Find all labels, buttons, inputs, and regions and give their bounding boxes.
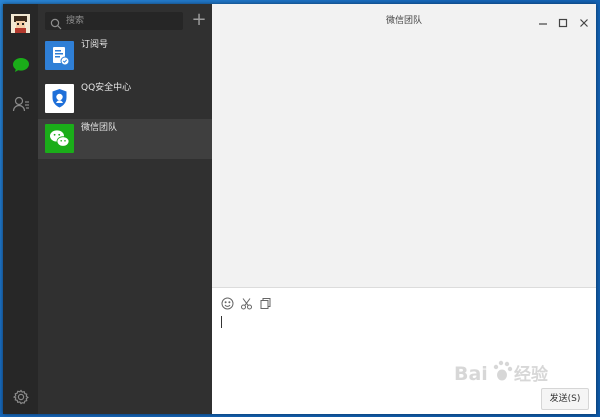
files-icon[interactable] — [259, 295, 272, 309]
search-icon — [50, 15, 62, 30]
settings-icon[interactable] — [11, 387, 31, 407]
send-button[interactable]: 发送(S) — [541, 388, 589, 410]
conversation-list: 搜索 + 订阅号 QQ安全中心 微信团队 — [38, 4, 212, 414]
list-item-subscriptions[interactable]: 订阅号 — [38, 36, 212, 76]
avatar[interactable] — [11, 14, 30, 33]
text-caret — [221, 316, 222, 328]
minimize-icon[interactable] — [537, 14, 549, 26]
list-item-label: QQ安全中心 — [81, 83, 132, 93]
wechat-team-icon — [45, 124, 74, 153]
chat-header: 微信团队 — [212, 4, 596, 34]
list-item-wechat-team[interactable]: 微信团队 — [38, 119, 212, 159]
svg-text:经验: 经验 — [514, 364, 549, 385]
contacts-icon[interactable] — [11, 94, 31, 114]
search-input[interactable]: 搜索 — [45, 12, 183, 30]
add-button[interactable]: + — [191, 11, 207, 29]
scissors-icon[interactable] — [240, 295, 253, 310]
emoji-icon[interactable] — [221, 295, 234, 310]
qq-security-icon — [45, 84, 74, 113]
nav-rail — [3, 4, 38, 414]
search-placeholder: 搜索 — [66, 16, 85, 26]
maximize-icon[interactable] — [557, 14, 569, 28]
message-area[interactable] — [212, 34, 596, 287]
list-item-label: 微信团队 — [81, 123, 118, 133]
list-item-qq-security[interactable]: QQ安全中心 — [38, 79, 212, 119]
svg-text:Bai: Bai — [454, 363, 488, 385]
subscription-icon — [45, 41, 74, 70]
close-icon[interactable] — [578, 14, 590, 27]
watermark-logo: Bai 经验 — [452, 351, 572, 391]
chat-icon[interactable] — [11, 55, 31, 75]
list-item-label: 订阅号 — [81, 40, 109, 50]
